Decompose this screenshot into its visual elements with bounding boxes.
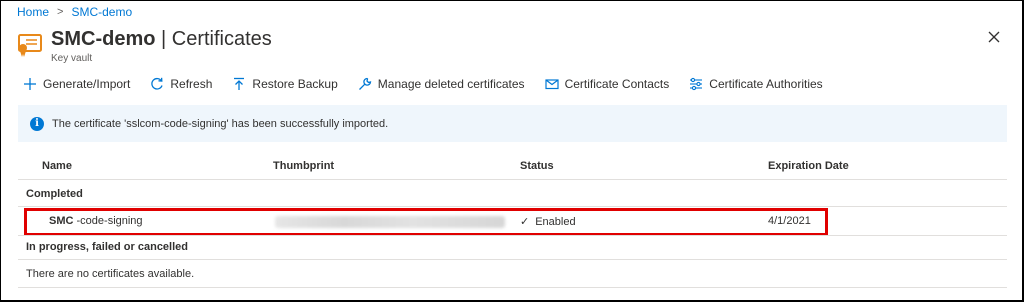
wrench-icon bbox=[358, 77, 372, 90]
group-in-progress[interactable]: In progress, failed or cancelled bbox=[26, 241, 188, 253]
column-header-thumbprint[interactable]: Thumbprint bbox=[273, 160, 334, 172]
breadcrumb: Home > SMC-demo bbox=[17, 5, 132, 19]
breadcrumb-home[interactable]: Home bbox=[17, 5, 49, 19]
restore-backup-button[interactable]: Restore Backup bbox=[232, 77, 338, 91]
refresh-icon bbox=[151, 77, 163, 90]
restore-backup-label: Restore Backup bbox=[252, 77, 338, 91]
group-completed[interactable]: Completed bbox=[26, 188, 83, 200]
plus-icon bbox=[24, 78, 36, 90]
row-divider bbox=[18, 206, 1007, 207]
generate-import-label: Generate/Import bbox=[43, 77, 131, 91]
settings-sliders-icon bbox=[690, 77, 703, 91]
upload-icon bbox=[234, 77, 245, 90]
page-subtitle: Key vault bbox=[51, 53, 93, 64]
portal-frame: Home > SMC-demo SMC-demo | Certificates … bbox=[1, 1, 1022, 300]
column-header-name[interactable]: Name bbox=[42, 160, 72, 172]
header-divider bbox=[18, 179, 1007, 180]
certificate-authorities-button[interactable]: Certificate Authorities bbox=[689, 77, 823, 91]
certificate-authorities-label: Certificate Authorities bbox=[709, 77, 823, 91]
manage-deleted-button[interactable]: Manage deleted certificates bbox=[358, 77, 525, 91]
column-header-expiration-date[interactable]: Expiration Date bbox=[768, 160, 849, 172]
manage-deleted-label: Manage deleted certificates bbox=[377, 77, 525, 91]
highlight-box bbox=[24, 208, 828, 236]
row-divider bbox=[18, 235, 1007, 236]
mail-icon bbox=[544, 79, 559, 90]
success-banner: i The certificate 'sslcom-code-signing' … bbox=[18, 105, 1007, 142]
info-icon: i bbox=[30, 116, 44, 131]
row-divider bbox=[18, 259, 1007, 260]
breadcrumb-current[interactable]: SMC-demo bbox=[71, 5, 132, 19]
page-header: SMC-demo | Certificates Key vault bbox=[17, 27, 272, 64]
refresh-button[interactable]: Refresh bbox=[150, 77, 212, 91]
column-header-status[interactable]: Status bbox=[520, 160, 554, 172]
breadcrumb-separator: > bbox=[57, 6, 64, 18]
certificate-icon bbox=[18, 34, 42, 57]
command-bar: Generate/Import Refresh Restore Backup M… bbox=[23, 77, 823, 91]
page-title: SMC-demo | Certificates bbox=[51, 28, 272, 50]
close-icon[interactable] bbox=[986, 29, 1002, 45]
refresh-label: Refresh bbox=[170, 77, 213, 91]
certificate-contacts-button[interactable]: Certificate Contacts bbox=[544, 77, 670, 91]
empty-message: There are no certificates available. bbox=[26, 268, 195, 280]
generate-import-button[interactable]: Generate/Import bbox=[23, 77, 130, 91]
banner-text: The certificate 'sslcom-code-signing' ha… bbox=[52, 117, 389, 130]
certificate-contacts-label: Certificate Contacts bbox=[564, 77, 670, 91]
row-divider bbox=[18, 287, 1007, 288]
